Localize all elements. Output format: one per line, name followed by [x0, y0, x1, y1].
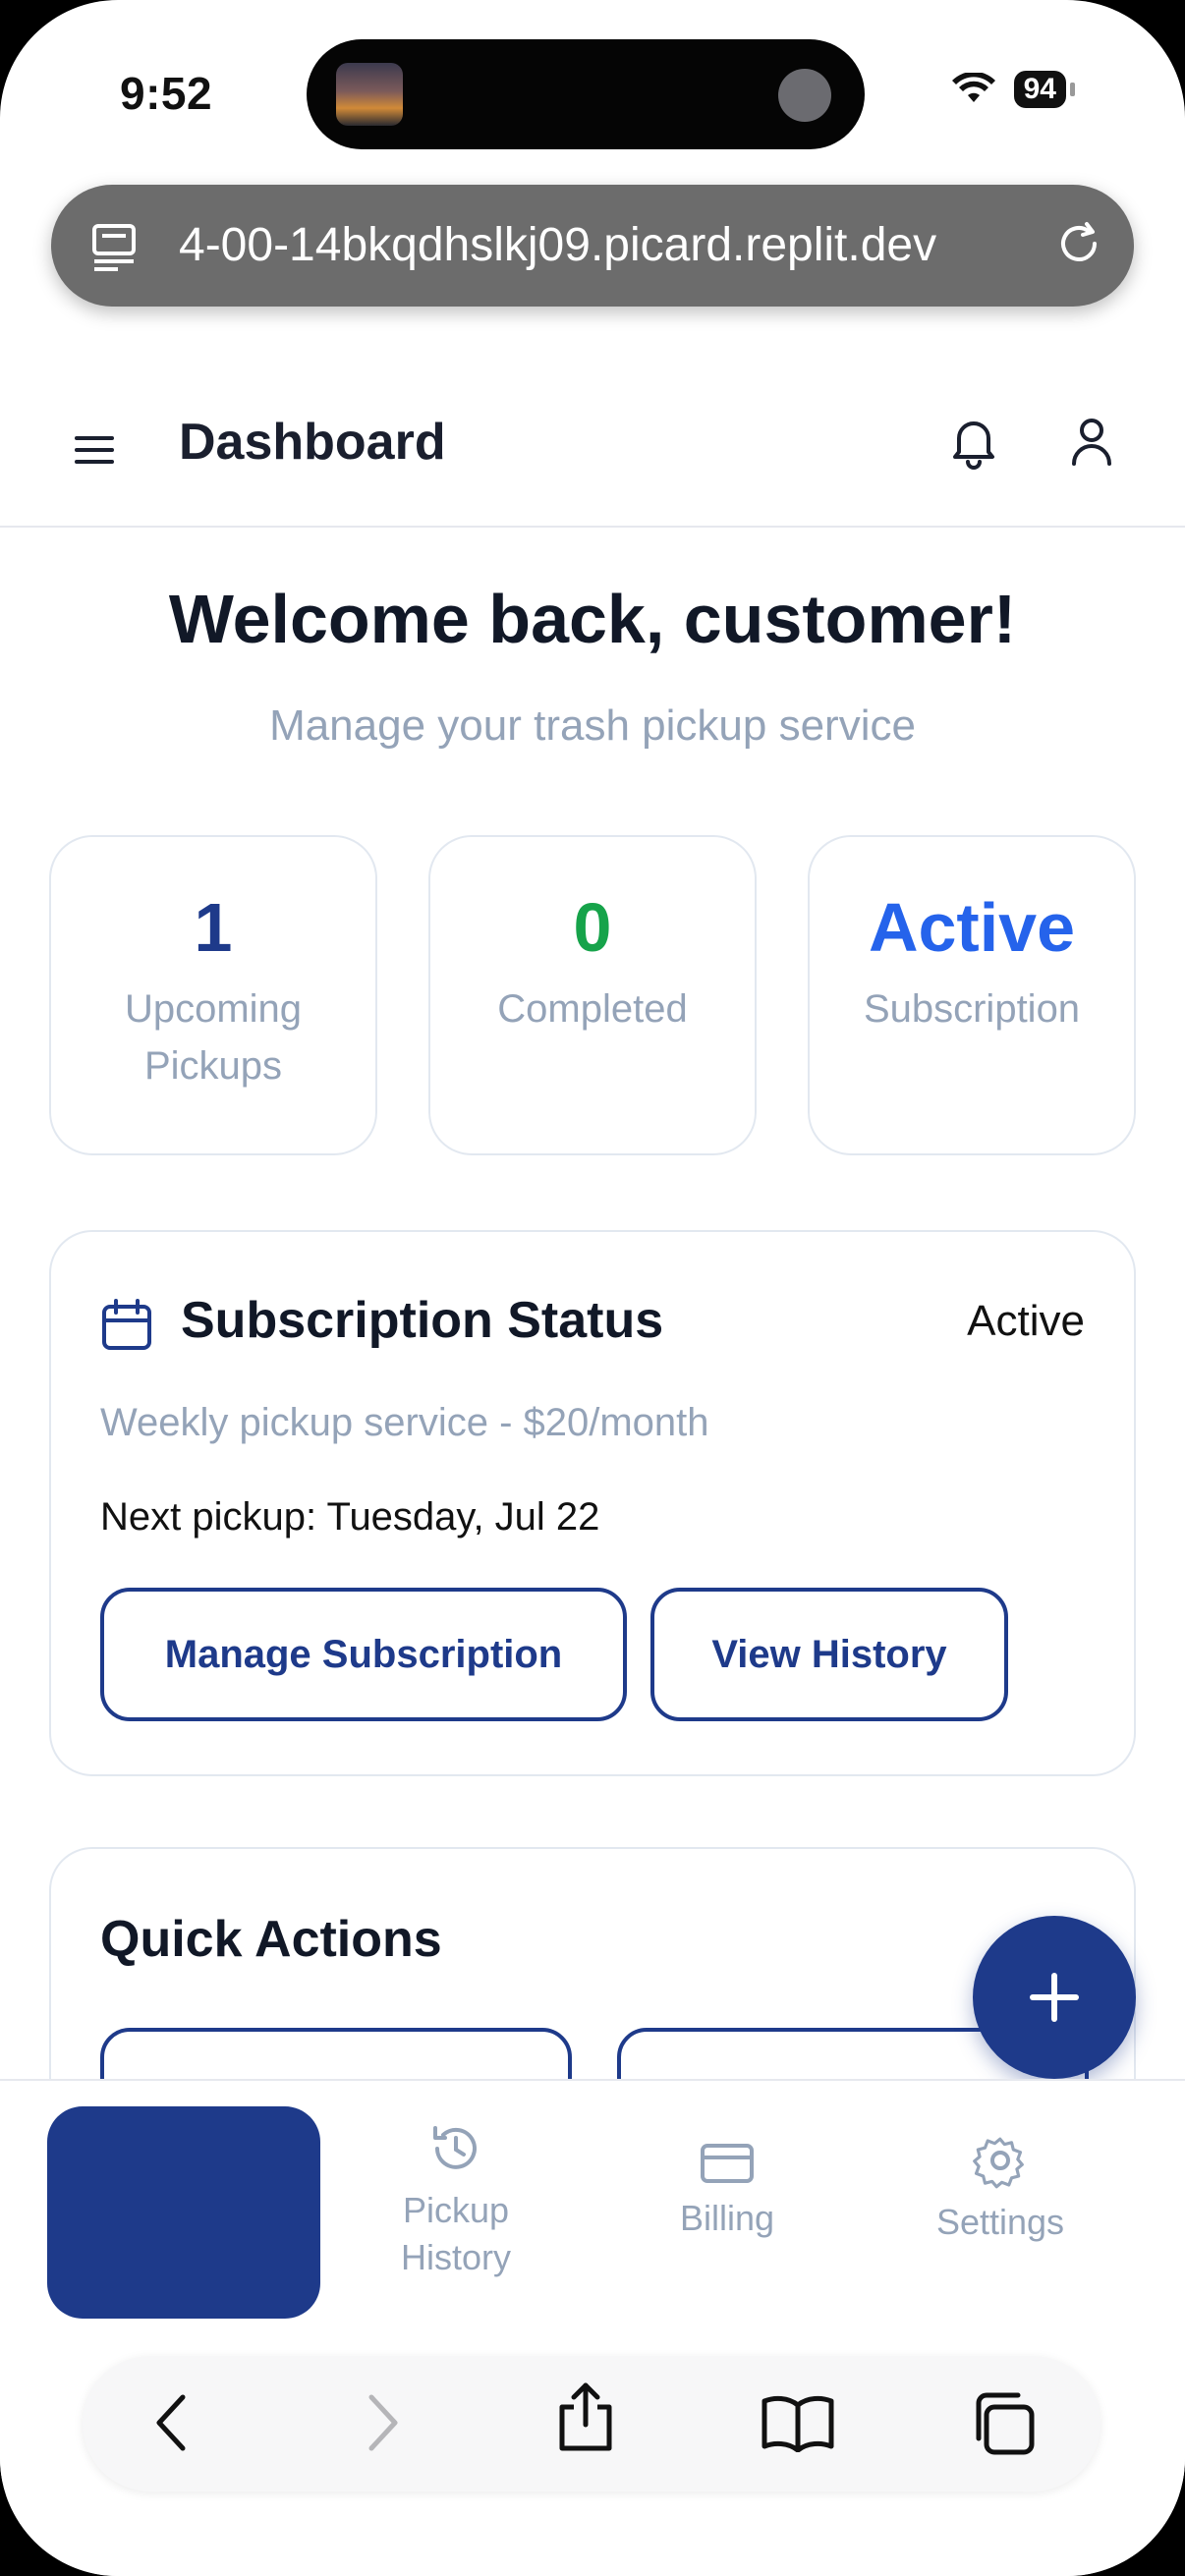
page-title: Dashboard	[179, 414, 446, 471]
browser-toolbar	[83, 2356, 1100, 2492]
subscription-title: Subscription Status	[181, 1292, 664, 1349]
add-fab-button[interactable]	[973, 1916, 1136, 2079]
nav-label: Pickup History	[400, 2190, 511, 2277]
battery-level: 94	[1013, 71, 1066, 108]
next-pickup-text: Next pickup: Tuesday, Jul 22	[100, 1495, 600, 1539]
nav-item-pickup-history[interactable]: Pickup History	[328, 2120, 584, 2281]
plus-icon	[1030, 1973, 1079, 2022]
stat-card-completed: 0 Completed	[428, 835, 757, 1155]
quick-actions-title: Quick Actions	[100, 1911, 442, 1968]
app-header: Dashboard	[0, 373, 1185, 528]
nav-label: Settings	[935, 2202, 1065, 2242]
stat-value: Active	[868, 889, 1076, 966]
share-icon[interactable]	[554, 2380, 617, 2454]
stat-value: 1	[194, 889, 233, 966]
nav-label: Billing	[679, 2198, 775, 2238]
dynamic-island	[307, 39, 865, 149]
wifi-icon	[951, 73, 995, 102]
plan-description: Weekly pickup service - $20/month	[100, 1401, 709, 1444]
browser-url-bar[interactable]: 4-00-14bkqdhslkj09.picard.replit.dev	[51, 185, 1134, 307]
now-playing-thumbnail	[336, 63, 403, 126]
bottom-navigation: Pickup History Billing Settings	[0, 2079, 1185, 2576]
stat-label: Completed	[497, 987, 688, 1031]
manage-subscription-button[interactable]: Manage Subscription	[100, 1588, 627, 1721]
back-icon[interactable]	[151, 2391, 191, 2454]
nav-item-dashboard[interactable]	[47, 2106, 320, 2319]
welcome-subtitle: Manage your trash pickup service	[269, 701, 916, 750]
welcome-heading: Welcome back, customer!	[168, 581, 1017, 657]
subscription-status-card: Subscription Status Active Weekly pickup…	[49, 1230, 1136, 1776]
stat-card-subscription: Active Subscription	[808, 835, 1136, 1155]
reload-icon[interactable]	[1051, 216, 1106, 271]
page-menu-icon[interactable]	[88, 218, 143, 273]
user-profile-icon[interactable]	[1069, 415, 1114, 470]
tabs-icon[interactable]	[969, 2389, 1038, 2458]
view-history-button[interactable]: View History	[650, 1588, 1008, 1721]
stat-value: 0	[573, 889, 612, 966]
stat-label: Upcoming Pickups	[124, 987, 303, 1088]
camera-dot	[778, 69, 831, 122]
stat-label: Subscription	[863, 987, 1081, 1031]
url-text[interactable]: 4-00-14bkqdhslkj09.picard.replit.dev	[179, 216, 1083, 275]
status-indicators: 94	[951, 71, 1075, 108]
credit-card-icon	[701, 2144, 754, 2183]
bookmarks-icon[interactable]	[761, 2393, 835, 2452]
stat-card-upcoming: 1 Upcoming Pickups	[49, 835, 377, 1155]
notifications-bell-icon[interactable]	[949, 415, 998, 470]
battery-tip	[1070, 83, 1075, 96]
hamburger-menu-icon[interactable]	[73, 432, 116, 468]
status-time: 9:52	[120, 68, 213, 119]
history-icon	[433, 2126, 477, 2169]
calendar-icon	[102, 1299, 151, 1350]
phone-screen: 9:52 94 4-00-14bkqdhslkj09.picard.replit…	[0, 0, 1185, 2576]
nav-item-settings[interactable]: Settings	[873, 2132, 1128, 2246]
gear-icon	[973, 2137, 1024, 2189]
nav-item-billing[interactable]: Billing	[599, 2142, 855, 2242]
forward-icon[interactable]	[364, 2391, 403, 2454]
subscription-status-badge: Active	[967, 1297, 1085, 1345]
